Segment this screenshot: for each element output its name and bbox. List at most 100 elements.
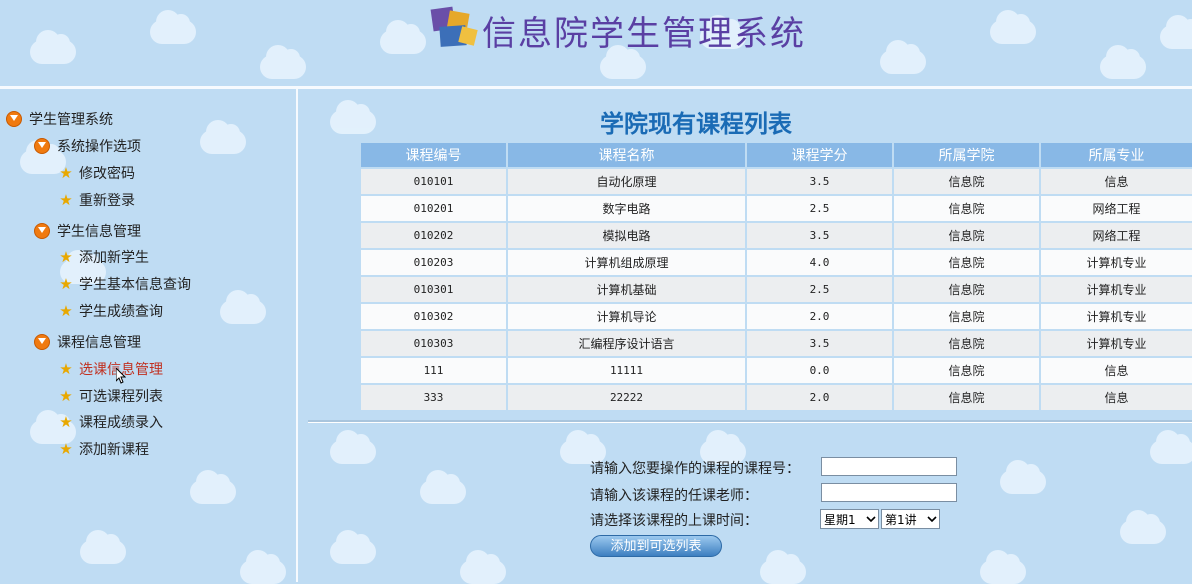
- sidebar-item-add-student[interactable]: ★ 添加新学生: [58, 247, 149, 267]
- table-row: 111 11111 0.0 信息院 信息: [361, 358, 1192, 383]
- sidebar-item-available-courses[interactable]: ★ 可选课程列表: [58, 386, 163, 406]
- table-row: 010302 计算机导论 2.0 信息院 计算机专业: [361, 304, 1192, 329]
- table-cell: 010302: [361, 304, 506, 329]
- table-cell: 信息: [1041, 169, 1192, 194]
- table-cell: 010301: [361, 277, 506, 302]
- table-cell: 汇编程序设计语言: [508, 331, 745, 356]
- table-cell: 010202: [361, 223, 506, 248]
- tree-group-label: 系统操作选项: [57, 139, 141, 155]
- sidebar-item-label: 重新登录: [79, 193, 135, 209]
- table-cell: 网络工程: [1041, 223, 1192, 248]
- column-header: 课程编号: [361, 143, 506, 167]
- table-cell: 333: [361, 385, 506, 410]
- table-cell: 模拟电路: [508, 223, 745, 248]
- weekday-select-value: 星期1: [824, 512, 856, 527]
- table-row: 010101 自动化原理 3.5 信息院 信息: [361, 169, 1192, 194]
- table-cell: 2.5: [747, 277, 892, 302]
- expand-arrow-icon: [6, 111, 22, 127]
- sidebar-item-label: 可选课程列表: [79, 389, 163, 405]
- page-title: 学院现有课程列表: [600, 109, 792, 138]
- chevron-down-icon: [864, 510, 878, 528]
- chevron-down-icon: [925, 510, 939, 528]
- sidebar-item-label: 添加新学生: [79, 250, 149, 266]
- sidebar-item-add-course[interactable]: ★ 添加新课程: [58, 439, 149, 459]
- period-select[interactable]: 第1讲: [881, 509, 940, 529]
- sidebar-item-grade-entry[interactable]: ★ 课程成绩录入: [58, 412, 163, 432]
- sidebar-item-course-selection[interactable]: ★ 选课信息管理: [58, 359, 163, 379]
- table-cell: 010201: [361, 196, 506, 221]
- table-cell: 2.0: [747, 304, 892, 329]
- sidebar-divider: [296, 89, 298, 582]
- teacher-label: 请输入该课程的任课老师：: [590, 488, 758, 504]
- table-cell: 111: [361, 358, 506, 383]
- tree-group-label: 课程信息管理: [57, 335, 141, 351]
- tree-group-label: 学生信息管理: [57, 224, 141, 240]
- table-cell: 信息院: [894, 331, 1039, 356]
- column-header: 课程学分: [747, 143, 892, 167]
- sidebar-item-label: 添加新课程: [79, 442, 149, 458]
- add-to-available-list-button[interactable]: 添加到可选列表: [590, 535, 722, 557]
- table-header-row: 课程编号 课程名称 课程学分 所属学院 所属专业: [361, 143, 1192, 167]
- mouse-cursor-icon: [116, 368, 126, 384]
- expand-arrow-icon: [34, 334, 50, 350]
- expand-arrow-icon: [34, 223, 50, 239]
- sidebar-item-relogin[interactable]: ★ 重新登录: [58, 190, 135, 210]
- table-cell: 4.0: [747, 250, 892, 275]
- table-cell: 计算机导论: [508, 304, 745, 329]
- star-icon: ★: [59, 275, 73, 293]
- table-cell: 010101: [361, 169, 506, 194]
- sidebar-item-label: 学生基本信息查询: [79, 277, 191, 293]
- section-divider: [308, 420, 1192, 423]
- star-icon: ★: [59, 164, 73, 182]
- table-cell: 3.5: [747, 331, 892, 356]
- star-icon: ★: [59, 360, 73, 378]
- table-cell: 010303: [361, 331, 506, 356]
- time-label: 请选择该课程的上课时间：: [590, 513, 758, 529]
- sidebar-item-label: 修改密码: [79, 166, 135, 182]
- table-row: 010301 计算机基础 2.5 信息院 计算机专业: [361, 277, 1192, 302]
- tree-root[interactable]: 学生管理系统: [6, 109, 113, 129]
- table-cell: 信息院: [894, 223, 1039, 248]
- column-header: 所属学院: [894, 143, 1039, 167]
- table-row: 010303 汇编程序设计语言 3.5 信息院 计算机专业: [361, 331, 1192, 356]
- table-cell: 信息院: [894, 277, 1039, 302]
- table-cell: 010203: [361, 250, 506, 275]
- table-cell: 数字电路: [508, 196, 745, 221]
- table-cell: 计算机专业: [1041, 331, 1192, 356]
- star-icon: ★: [59, 248, 73, 266]
- tree-group-student[interactable]: 学生信息管理: [34, 221, 141, 241]
- star-icon: ★: [59, 387, 73, 405]
- table-cell: 22222: [508, 385, 745, 410]
- table-row: 333 22222 2.0 信息院 信息: [361, 385, 1192, 410]
- tree-group-course[interactable]: 课程信息管理: [34, 332, 141, 352]
- star-icon: ★: [59, 440, 73, 458]
- teacher-input[interactable]: [821, 483, 957, 502]
- logo: [430, 6, 478, 48]
- column-header: 所属专业: [1041, 143, 1192, 167]
- table-cell: 信息院: [894, 358, 1039, 383]
- sidebar-item-student-grades[interactable]: ★ 学生成绩查询: [58, 301, 163, 321]
- sidebar-item-student-info[interactable]: ★ 学生基本信息查询: [58, 274, 191, 294]
- table-cell: 11111: [508, 358, 745, 383]
- header-divider: [0, 86, 1192, 89]
- sidebar-item-change-password[interactable]: ★ 修改密码: [58, 163, 135, 183]
- table-cell: 2.0: [747, 385, 892, 410]
- table-cell: 自动化原理: [508, 169, 745, 194]
- table-cell: 网络工程: [1041, 196, 1192, 221]
- weekday-select[interactable]: 星期1: [820, 509, 879, 529]
- table-cell: 计算机基础: [508, 277, 745, 302]
- site-title: 信息院学生管理系统: [482, 14, 806, 54]
- course-id-input[interactable]: [821, 457, 957, 476]
- table-cell: 计算机专业: [1041, 304, 1192, 329]
- table-row: 010201 数字电路 2.5 信息院 网络工程: [361, 196, 1192, 221]
- tree-root-label: 学生管理系统: [29, 112, 113, 128]
- expand-arrow-icon: [34, 138, 50, 154]
- course-table: 课程编号 课程名称 课程学分 所属学院 所属专业 010101 自动化原理 3.5 信…: [359, 141, 1192, 412]
- table-cell: 信息院: [894, 196, 1039, 221]
- table-cell: 计算机组成原理: [508, 250, 745, 275]
- table-cell: 信息: [1041, 385, 1192, 410]
- table-cell: 信息: [1041, 358, 1192, 383]
- tree-group-system[interactable]: 系统操作选项: [34, 136, 141, 156]
- table-cell: 信息院: [894, 385, 1039, 410]
- table-cell: 信息院: [894, 250, 1039, 275]
